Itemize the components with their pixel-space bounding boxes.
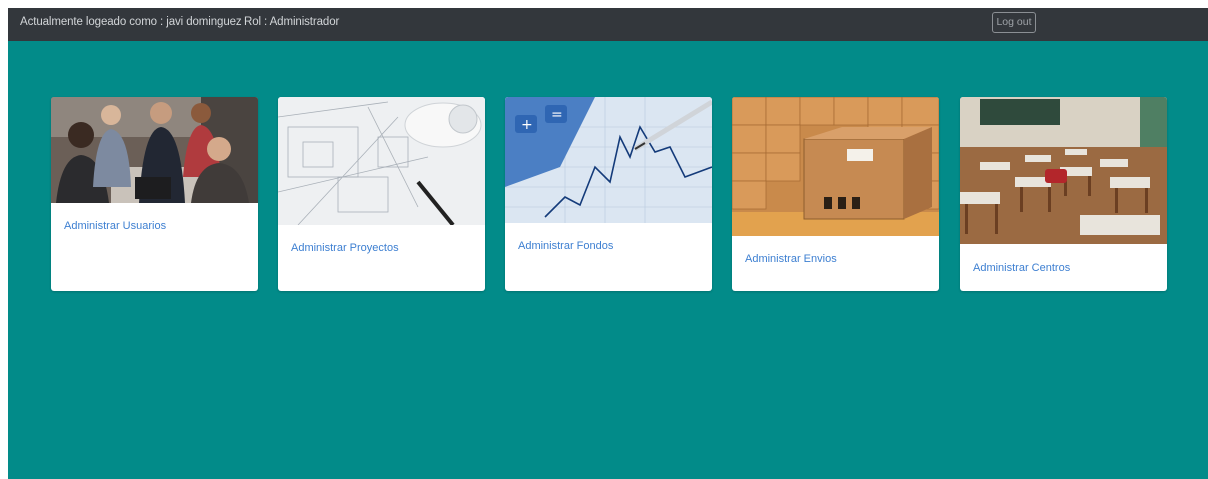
calculator-financial-chart-photo: + = (505, 97, 712, 223)
card-link-envios[interactable]: Administrar Envios (745, 253, 837, 265)
svg-text:+: + (521, 117, 533, 133)
card-link-proyectos[interactable]: Administrar Proyectos (291, 242, 399, 254)
card-proyectos[interactable]: Administrar Proyectos (278, 97, 485, 291)
classroom-desks-photo (960, 97, 1167, 244)
card-link-centros[interactable]: Administrar Centros (973, 262, 1070, 274)
card-link-usuarios[interactable]: Administrar Usuarios (64, 220, 166, 232)
card-usuarios[interactable]: Administrar Usuarios (51, 97, 258, 291)
logged-in-user-text: Actualmente logeado como : javi domingue… (20, 16, 242, 28)
card-link-fondos[interactable]: Administrar Fondos (518, 240, 613, 252)
card-fondos[interactable]: + = Administrar Fondos (505, 97, 712, 291)
cardboard-boxes-photo (732, 97, 939, 236)
architectural-blueprints-photo (278, 97, 485, 225)
top-navbar: Actualmente logeado como : javi domingue… (8, 8, 1208, 41)
card-centros[interactable]: Administrar Centros (960, 97, 1167, 291)
card-envios[interactable]: Administrar Envios (732, 97, 939, 291)
svg-text:=: = (551, 107, 563, 123)
business-team-photo (51, 97, 258, 203)
logout-button[interactable]: Log out (992, 12, 1036, 33)
user-role-text: Rol : Administrador (244, 16, 340, 28)
app-frame: Actualmente logeado como : javi domingue… (8, 8, 1208, 479)
